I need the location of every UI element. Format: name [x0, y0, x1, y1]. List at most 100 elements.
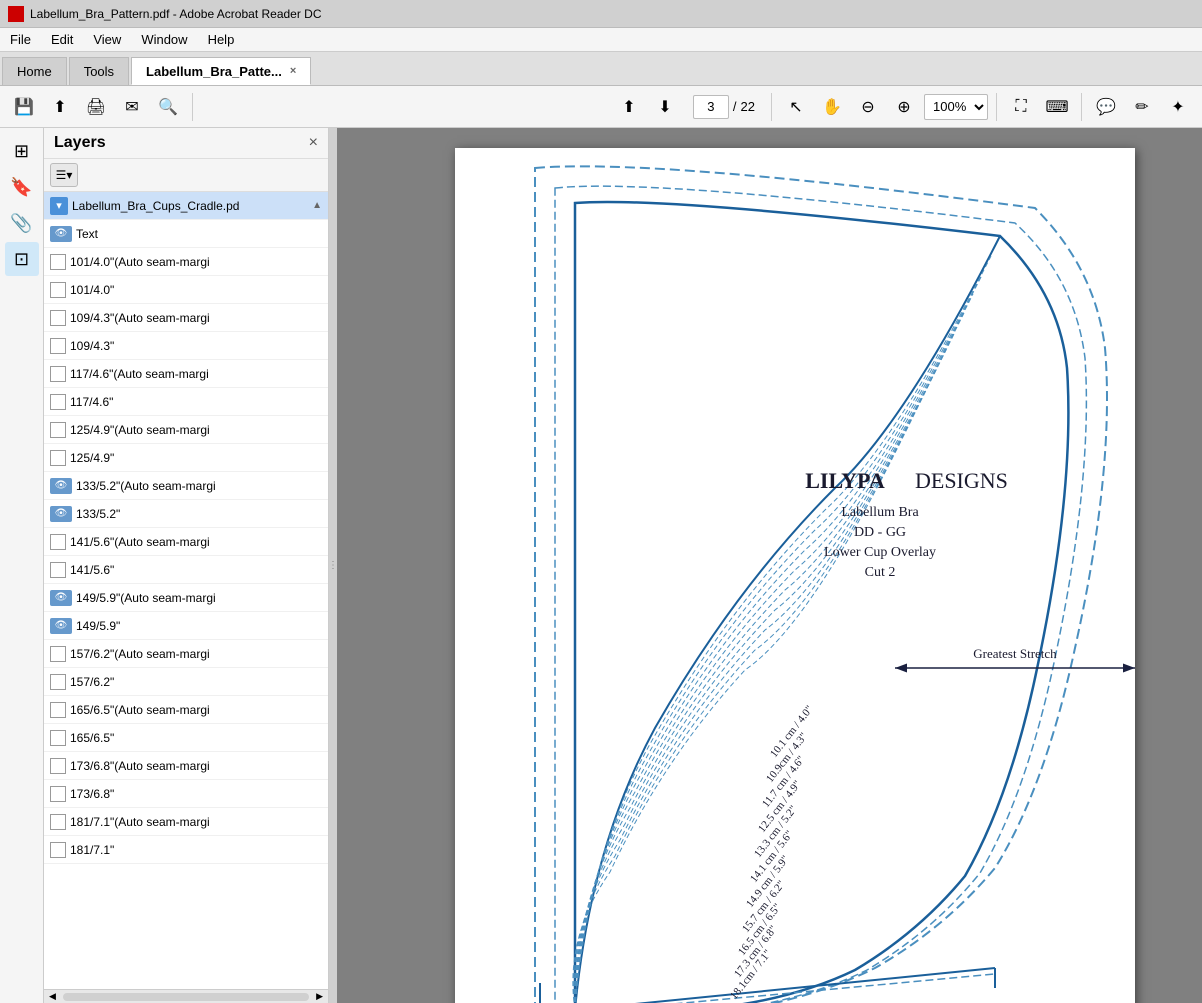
layers-menu-button[interactable]: ☰▾: [50, 163, 78, 187]
fit-page-button[interactable]: ⛶: [1005, 91, 1037, 123]
layer-text-label: Text: [76, 227, 322, 241]
layer-eye-icon[interactable]: 👁: [50, 478, 72, 494]
layer-checkbox[interactable]: [50, 702, 66, 718]
tab-home[interactable]: Home: [2, 57, 67, 85]
list-item[interactable]: 181/7.1": [44, 836, 328, 864]
list-item[interactable]: 109/4.3"(Auto seam-margi: [44, 304, 328, 332]
svg-text:Cut 2: Cut 2: [864, 565, 895, 580]
viewer-left-margin: [405, 148, 455, 983]
menu-help[interactable]: Help: [198, 30, 245, 49]
list-item[interactable]: 👁 149/5.9"(Auto seam-margi: [44, 584, 328, 612]
layer-checkbox[interactable]: [50, 786, 66, 802]
menu-view[interactable]: View: [83, 30, 131, 49]
list-item[interactable]: 125/4.9": [44, 444, 328, 472]
bookmark-icon-btn[interactable]: 🔖: [5, 170, 39, 204]
layer-checkbox[interactable]: [50, 254, 66, 270]
scroll-down-button[interactable]: ⬇: [649, 91, 681, 123]
panel-splitter[interactable]: ⋮: [329, 128, 337, 1003]
list-item[interactable]: 109/4.3": [44, 332, 328, 360]
search-button[interactable]: 🔍: [152, 91, 184, 123]
select-tool-button[interactable]: ↖: [780, 91, 812, 123]
list-item[interactable]: 173/6.8"(Auto seam-margi: [44, 752, 328, 780]
attachment-icon-btn[interactable]: 📎: [5, 206, 39, 240]
page-number-input[interactable]: [693, 95, 729, 119]
layer-checkbox[interactable]: [50, 394, 66, 410]
layers-close-button[interactable]: ×: [309, 134, 318, 152]
email-button[interactable]: ✉: [116, 91, 148, 123]
tab-file[interactable]: Labellum_Bra_Patte... ×: [131, 57, 311, 85]
layers-panel: Layers × ☰▾ ▾ Labellum_Bra_Cups_Cradle.p…: [44, 128, 329, 1003]
layer-item-text[interactable]: 👁 Text: [44, 220, 328, 248]
layer-checkbox[interactable]: [50, 730, 66, 746]
layer-checkbox[interactable]: [50, 674, 66, 690]
scroll-right-arrow[interactable]: ▶: [313, 991, 326, 1002]
layer-checkbox[interactable]: [50, 338, 66, 354]
layers-scrollbar[interactable]: ◀ ▶: [44, 989, 328, 1003]
layers-list[interactable]: ▾ Labellum_Bra_Cups_Cradle.pd ▲ 👁 Text 1…: [44, 192, 328, 989]
stamp-button[interactable]: ✦: [1162, 91, 1194, 123]
tab-tools[interactable]: Tools: [69, 57, 129, 85]
list-item[interactable]: 157/6.2": [44, 668, 328, 696]
print-button[interactable]: 🖨: [80, 91, 112, 123]
layer-checkbox[interactable]: [50, 814, 66, 830]
list-item[interactable]: 165/6.5": [44, 724, 328, 752]
zoom-select[interactable]: 50% 75% 100% 125% 150% 200%: [924, 94, 988, 120]
list-item[interactable]: 👁 149/5.9": [44, 612, 328, 640]
menu-window[interactable]: Window: [131, 30, 197, 49]
layer-label: 117/4.6"(Auto seam-margi: [70, 367, 322, 381]
layer-item-header[interactable]: ▾ Labellum_Bra_Cups_Cradle.pd ▲: [44, 192, 328, 220]
list-item[interactable]: 165/6.5"(Auto seam-margi: [44, 696, 328, 724]
layers-icon-btn[interactable]: ⊡: [5, 242, 39, 276]
titlebar: Labellum_Bra_Pattern.pdf - Adobe Acrobat…: [0, 0, 1202, 28]
layer-eye-icon[interactable]: 👁: [50, 226, 72, 242]
list-item[interactable]: 101/4.0": [44, 276, 328, 304]
save-button[interactable]: 💾: [8, 91, 40, 123]
zoom-in-button[interactable]: ⊕: [888, 91, 920, 123]
layer-checkbox[interactable]: [50, 842, 66, 858]
pdf-viewer[interactable]: LILYPA DESIGNS Labellum Bra DD - GG Lowe…: [337, 128, 1202, 1003]
list-item[interactable]: 141/5.6"(Auto seam-margi: [44, 528, 328, 556]
menu-file[interactable]: File: [0, 30, 41, 49]
menu-edit[interactable]: Edit: [41, 30, 83, 49]
toolbar: 💾 ⬆ 🖨 ✉ 🔍 ⬆ ⬇ / 22 ↖ ✋ ⊖ ⊕ 50% 75% 100% …: [0, 86, 1202, 128]
upload-button[interactable]: ⬆: [44, 91, 76, 123]
layer-expand-icon[interactable]: ▾: [50, 197, 68, 215]
layer-checkbox[interactable]: [50, 366, 66, 382]
layer-checkbox[interactable]: [50, 310, 66, 326]
layer-checkbox[interactable]: [50, 450, 66, 466]
layer-label: 101/4.0"(Auto seam-margi: [70, 255, 322, 269]
layer-checkbox[interactable]: [50, 534, 66, 550]
layer-checkbox[interactable]: [50, 422, 66, 438]
layer-label: 149/5.9": [76, 619, 322, 633]
layer-checkbox[interactable]: [50, 282, 66, 298]
scrollbar-track[interactable]: [63, 993, 309, 1001]
layer-label: 165/6.5"(Auto seam-margi: [70, 703, 322, 717]
tab-close-button[interactable]: ×: [290, 65, 296, 77]
layer-eye-icon[interactable]: 👁: [50, 618, 72, 634]
list-item[interactable]: 117/4.6": [44, 388, 328, 416]
list-item[interactable]: 117/4.6"(Auto seam-margi: [44, 360, 328, 388]
layer-checkbox[interactable]: [50, 562, 66, 578]
list-item[interactable]: 👁 133/5.2": [44, 500, 328, 528]
comment-button[interactable]: 💬: [1090, 91, 1122, 123]
pen-button[interactable]: ✏: [1126, 91, 1158, 123]
home-icon-btn[interactable]: ⊞: [5, 134, 39, 168]
list-item[interactable]: 173/6.8": [44, 780, 328, 808]
keyboard-button[interactable]: ⌨: [1041, 91, 1073, 123]
svg-text:LILYPA: LILYPA: [805, 468, 885, 493]
layer-eye-icon[interactable]: 👁: [50, 590, 72, 606]
list-item[interactable]: 👁 133/5.2"(Auto seam-margi: [44, 472, 328, 500]
layer-checkbox[interactable]: [50, 758, 66, 774]
list-item[interactable]: 125/4.9"(Auto seam-margi: [44, 416, 328, 444]
list-item[interactable]: 181/7.1"(Auto seam-margi: [44, 808, 328, 836]
layer-checkbox[interactable]: [50, 646, 66, 662]
layer-eye-icon[interactable]: 👁: [50, 506, 72, 522]
zoom-out-button[interactable]: ⊖: [852, 91, 884, 123]
scroll-up-button[interactable]: ⬆: [613, 91, 645, 123]
list-item[interactable]: 101/4.0"(Auto seam-margi: [44, 248, 328, 276]
scroll-left-arrow[interactable]: ◀: [46, 991, 59, 1002]
hand-tool-button[interactable]: ✋: [816, 91, 848, 123]
list-item[interactable]: 157/6.2"(Auto seam-margi: [44, 640, 328, 668]
pattern-svg: LILYPA DESIGNS Labellum Bra DD - GG Lowe…: [455, 148, 1135, 1003]
list-item[interactable]: 141/5.6": [44, 556, 328, 584]
